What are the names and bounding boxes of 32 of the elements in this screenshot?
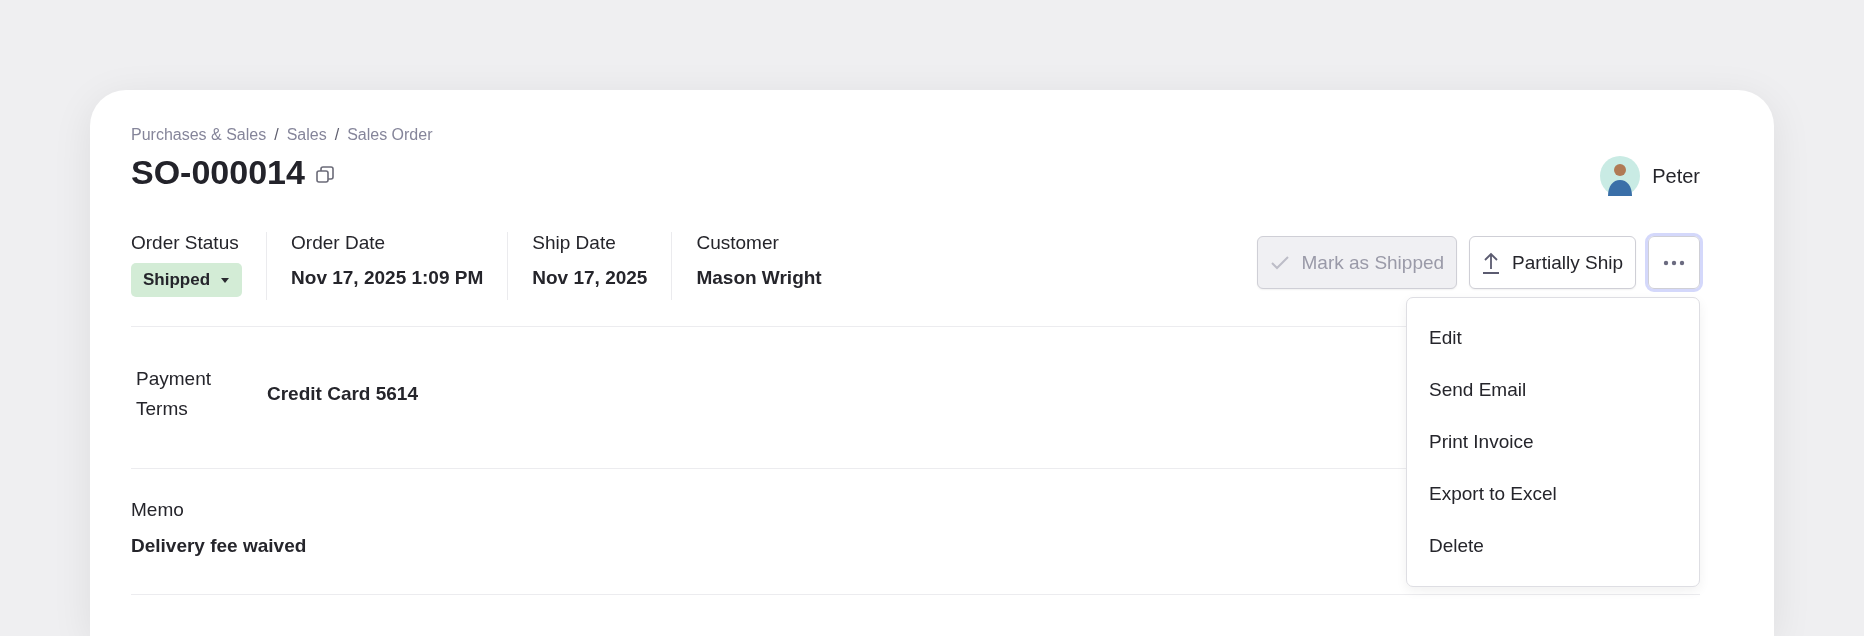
status-dropdown[interactable]: Shipped bbox=[131, 263, 243, 297]
copy-icon bbox=[314, 164, 335, 184]
detail-label: Memo bbox=[131, 499, 185, 521]
partially-ship-button[interactable]: Partially Ship bbox=[1469, 236, 1636, 289]
menu-item[interactable]: Edit bbox=[1407, 312, 1699, 364]
menu-item[interactable]: Print Invoice bbox=[1407, 416, 1699, 468]
breadcrumb-link[interactable]: Sales Order bbox=[347, 126, 433, 144]
check-icon bbox=[1269, 254, 1290, 271]
breadcrumb-separator: / bbox=[274, 126, 279, 144]
breadcrumb-link[interactable]: Sales bbox=[286, 126, 327, 144]
field-label: Order Status bbox=[131, 232, 240, 254]
field-label: Order Date bbox=[291, 232, 387, 254]
field-value: Nov 17, 2025 1:09 PM bbox=[291, 267, 484, 289]
more-icon bbox=[1663, 259, 1685, 266]
upload-icon bbox=[1482, 251, 1501, 274]
breadcrumb-separator: / bbox=[334, 126, 340, 144]
more-button[interactable] bbox=[1648, 236, 1700, 289]
avatar bbox=[1600, 156, 1641, 196]
field-label: Customer bbox=[696, 232, 780, 254]
field-value: Mason Wright bbox=[696, 267, 822, 289]
breadcrumb-link[interactable]: Purchases & Sales bbox=[131, 126, 267, 144]
detail-value: Delivery fee waived bbox=[131, 535, 307, 557]
field-label: Ship Date bbox=[532, 232, 617, 254]
order-title: SO-000014 bbox=[131, 152, 305, 193]
user-name: Peter bbox=[1652, 164, 1700, 188]
detail-value: Credit Card 5614 bbox=[267, 383, 418, 405]
field-value: Nov 17, 2025 bbox=[532, 267, 648, 289]
menu-item[interactable]: Export to Excel bbox=[1407, 468, 1699, 520]
menu-item[interactable]: Send Email bbox=[1407, 364, 1699, 416]
caret-icon bbox=[220, 276, 231, 284]
menu-item[interactable]: Delete bbox=[1407, 520, 1699, 572]
detail-label: Payment Terms bbox=[136, 367, 212, 421]
